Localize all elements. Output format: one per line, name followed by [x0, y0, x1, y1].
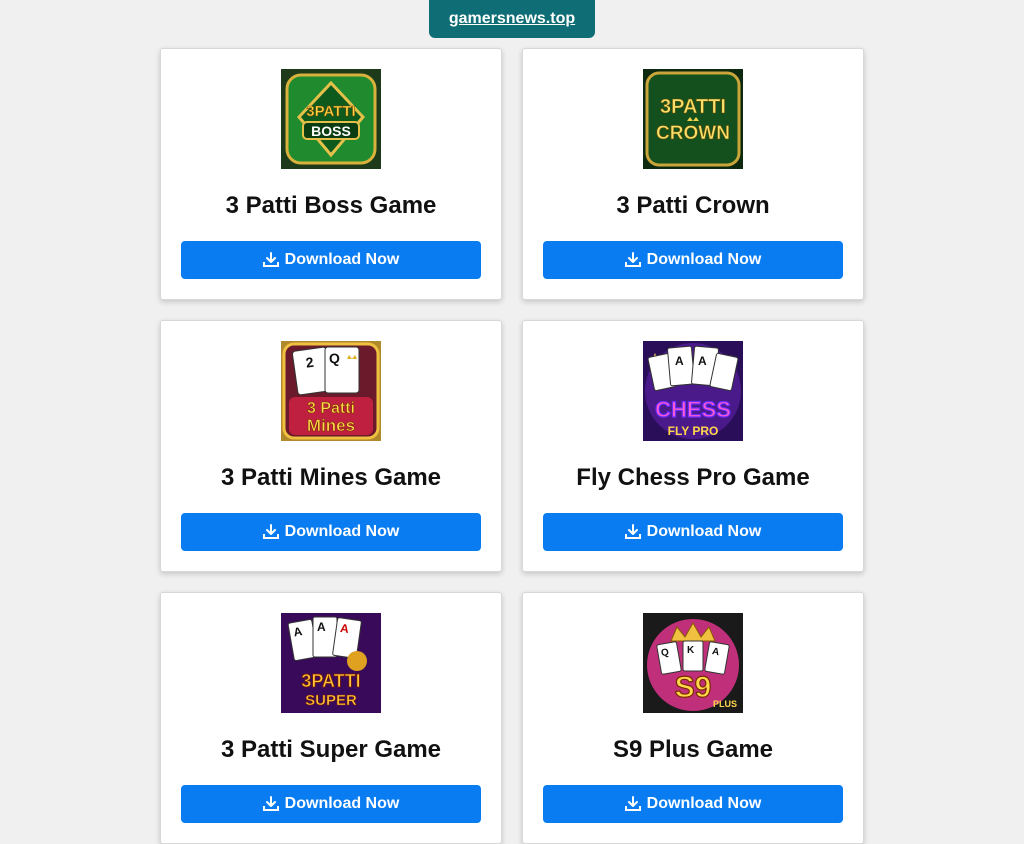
- game-card: 2 Q 3 Patti Mines 3 Patti Mines Game Dow…: [160, 320, 502, 572]
- download-button-label: Download Now: [284, 795, 400, 812]
- game-card: Q K A S9 PLUS S9 Plus Game Download Now: [522, 592, 864, 844]
- download-button[interactable]: Download Now: [181, 241, 481, 279]
- download-button[interactable]: Download Now: [543, 513, 843, 551]
- svg-text:FLY PRO: FLY PRO: [668, 424, 719, 438]
- game-card: 3PATTI CROWN 3 Patti Crown Download Now: [522, 48, 864, 300]
- site-badge: gamersnews.top: [429, 0, 595, 38]
- download-button[interactable]: Download Now: [543, 785, 843, 823]
- 3patti-boss-logo-icon[interactable]: 3PATTI BOSS: [281, 69, 381, 169]
- svg-text:CROWN: CROWN: [656, 123, 730, 144]
- download-icon: [624, 796, 641, 811]
- download-icon: [624, 524, 641, 539]
- game-grid: 3PATTI BOSS 3 Patti Boss Game Download N…: [160, 48, 864, 844]
- download-button-label: Download Now: [284, 523, 400, 540]
- fly-chess-pro-logo-icon[interactable]: A A CHESS FLY PRO: [643, 341, 743, 441]
- download-icon: [262, 252, 279, 267]
- game-title: 3 Patti Mines Game: [220, 464, 442, 491]
- svg-text:3PATTI: 3PATTI: [301, 671, 360, 691]
- game-card: A A A 3PATTI SUPER 3 Patti Super Game Do…: [160, 592, 502, 844]
- 3patti-crown-logo-icon[interactable]: 3PATTI CROWN: [643, 69, 743, 169]
- game-title: Fly Chess Pro Game: [576, 464, 810, 491]
- s9-plus-logo-icon[interactable]: Q K A S9 PLUS: [643, 613, 743, 713]
- download-button-label: Download Now: [646, 795, 762, 812]
- svg-text:K: K: [687, 645, 695, 656]
- svg-text:3 Patti: 3 Patti: [307, 400, 355, 417]
- svg-text:A: A: [317, 620, 326, 634]
- game-card: 3PATTI BOSS 3 Patti Boss Game Download N…: [160, 48, 502, 300]
- svg-text:CHESS: CHESS: [655, 397, 731, 422]
- svg-text:BOSS: BOSS: [311, 123, 351, 139]
- svg-text:PLUS: PLUS: [713, 699, 737, 709]
- download-button[interactable]: Download Now: [181, 785, 481, 823]
- game-title: 3 Patti Crown: [616, 192, 770, 219]
- 3patti-mines-logo-icon[interactable]: 2 Q 3 Patti Mines: [281, 341, 381, 441]
- download-icon: [262, 524, 279, 539]
- download-button[interactable]: Download Now: [543, 241, 843, 279]
- game-card: A A CHESS FLY PRO Fly Chess Pro Game Dow…: [522, 320, 864, 572]
- game-title: 3 Patti Super Game: [220, 736, 442, 763]
- svg-text:3PATTI: 3PATTI: [306, 103, 355, 120]
- 3patti-super-logo-icon[interactable]: A A A 3PATTI SUPER: [281, 613, 381, 713]
- download-button-label: Download Now: [284, 251, 400, 268]
- svg-text:SUPER: SUPER: [305, 692, 357, 709]
- download-button[interactable]: Download Now: [181, 513, 481, 551]
- svg-text:Q: Q: [329, 350, 340, 366]
- svg-text:S9: S9: [675, 671, 712, 704]
- download-button-label: Download Now: [646, 251, 762, 268]
- download-button-label: Download Now: [646, 523, 762, 540]
- game-title: 3 Patti Boss Game: [225, 192, 437, 219]
- svg-text:A: A: [698, 354, 707, 368]
- download-icon: [624, 252, 641, 267]
- download-icon: [262, 796, 279, 811]
- svg-text:3PATTI: 3PATTI: [660, 96, 726, 118]
- site-link[interactable]: gamersnews.top: [449, 10, 575, 28]
- svg-text:A: A: [675, 354, 684, 368]
- svg-text:Mines: Mines: [307, 416, 355, 435]
- game-title: S9 Plus Game: [612, 736, 774, 763]
